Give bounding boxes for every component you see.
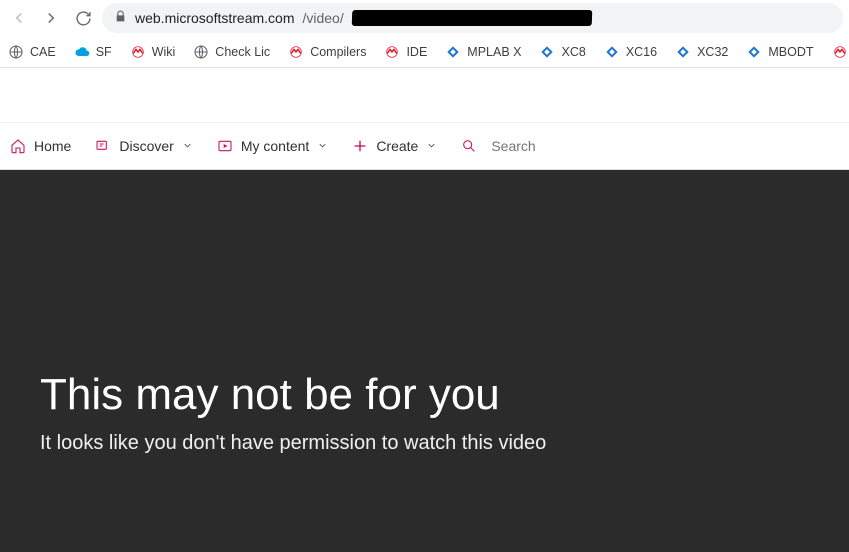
- chevron-down-icon: [317, 138, 328, 154]
- reload-button[interactable]: [70, 5, 96, 31]
- browser-toolbar: web.microsoftstream.com/video/: [0, 0, 849, 36]
- microchip-icon: [832, 44, 848, 60]
- microchip-icon: [288, 44, 304, 60]
- search-input[interactable]: [491, 138, 631, 154]
- nav-create[interactable]: Create: [352, 138, 437, 154]
- nav-create-label: Create: [376, 138, 418, 154]
- globe-icon: [8, 44, 24, 60]
- error-title: This may not be for you: [40, 370, 809, 420]
- bookmark-label: SF: [96, 45, 112, 59]
- site-header-band: [0, 68, 849, 122]
- nav-search[interactable]: [461, 138, 631, 154]
- bookmark-item[interactable]: XC16: [604, 44, 657, 60]
- nav-discover-label: Discover: [119, 138, 173, 154]
- diamond-blue-icon: [746, 44, 762, 60]
- diamond-blue-icon: [675, 44, 691, 60]
- bookmark-item[interactable]: Activat: [832, 44, 849, 60]
- play-box-icon: [217, 138, 233, 154]
- microchip-icon: [384, 44, 400, 60]
- nav-home[interactable]: Home: [10, 138, 71, 154]
- address-bar[interactable]: web.microsoftstream.com/video/: [102, 3, 843, 33]
- stream-nav: Home Discover My content Create: [0, 122, 849, 170]
- bookmark-label: Check Lic: [215, 45, 270, 59]
- chevron-down-icon: [182, 138, 193, 154]
- nav-my-content-label: My content: [241, 138, 309, 154]
- bookmark-label: Compilers: [310, 45, 366, 59]
- bookmark-item[interactable]: XC8: [539, 44, 585, 60]
- globe-icon: [193, 44, 209, 60]
- bookmark-label: MPLAB X: [467, 45, 521, 59]
- bookmark-label: IDE: [406, 45, 427, 59]
- url-redacted: [351, 10, 592, 26]
- bookmark-item[interactable]: SF: [74, 44, 112, 60]
- bookmark-label: Wiki: [152, 45, 176, 59]
- bookmark-item[interactable]: Wiki: [130, 44, 176, 60]
- diamond-blue-icon: [539, 44, 555, 60]
- bookmark-item[interactable]: MPLAB X: [445, 44, 521, 60]
- forward-button[interactable]: [38, 5, 64, 31]
- diamond-blue-icon: [445, 44, 461, 60]
- bookmark-label: CAE: [30, 45, 56, 59]
- back-button[interactable]: [6, 5, 32, 31]
- chevron-down-icon: [426, 138, 437, 154]
- plus-icon: [352, 138, 368, 154]
- bookmark-label: XC32: [697, 45, 728, 59]
- cloud-blue-icon: [74, 44, 90, 60]
- url-path: /video/: [302, 10, 343, 26]
- url-host: web.microsoftstream.com: [135, 10, 294, 26]
- home-icon: [10, 138, 26, 154]
- bookmark-item[interactable]: Compilers: [288, 44, 366, 60]
- lock-icon: [114, 10, 127, 26]
- nav-home-label: Home: [34, 138, 71, 154]
- error-subtitle: It looks like you don't have permission …: [40, 432, 809, 455]
- bookmark-label: XC8: [561, 45, 585, 59]
- bookmark-label: XC16: [626, 45, 657, 59]
- error-area: This may not be for you It looks like yo…: [0, 170, 849, 552]
- nav-discover[interactable]: Discover: [95, 138, 192, 154]
- discover-icon: [95, 138, 111, 154]
- bookmarks-bar: CAE SF Wiki Check Lic Compilers IDE MPLAB X XC8…: [0, 36, 849, 68]
- nav-my-content[interactable]: My content: [217, 138, 328, 154]
- bookmark-item[interactable]: MBODT: [746, 44, 813, 60]
- diamond-blue-icon: [604, 44, 620, 60]
- bookmark-item[interactable]: IDE: [384, 44, 427, 60]
- bookmark-item[interactable]: XC32: [675, 44, 728, 60]
- bookmark-item[interactable]: CAE: [8, 44, 56, 60]
- microchip-icon: [130, 44, 146, 60]
- search-icon: [461, 138, 477, 154]
- bookmark-label: MBODT: [768, 45, 813, 59]
- bookmark-item[interactable]: Check Lic: [193, 44, 270, 60]
